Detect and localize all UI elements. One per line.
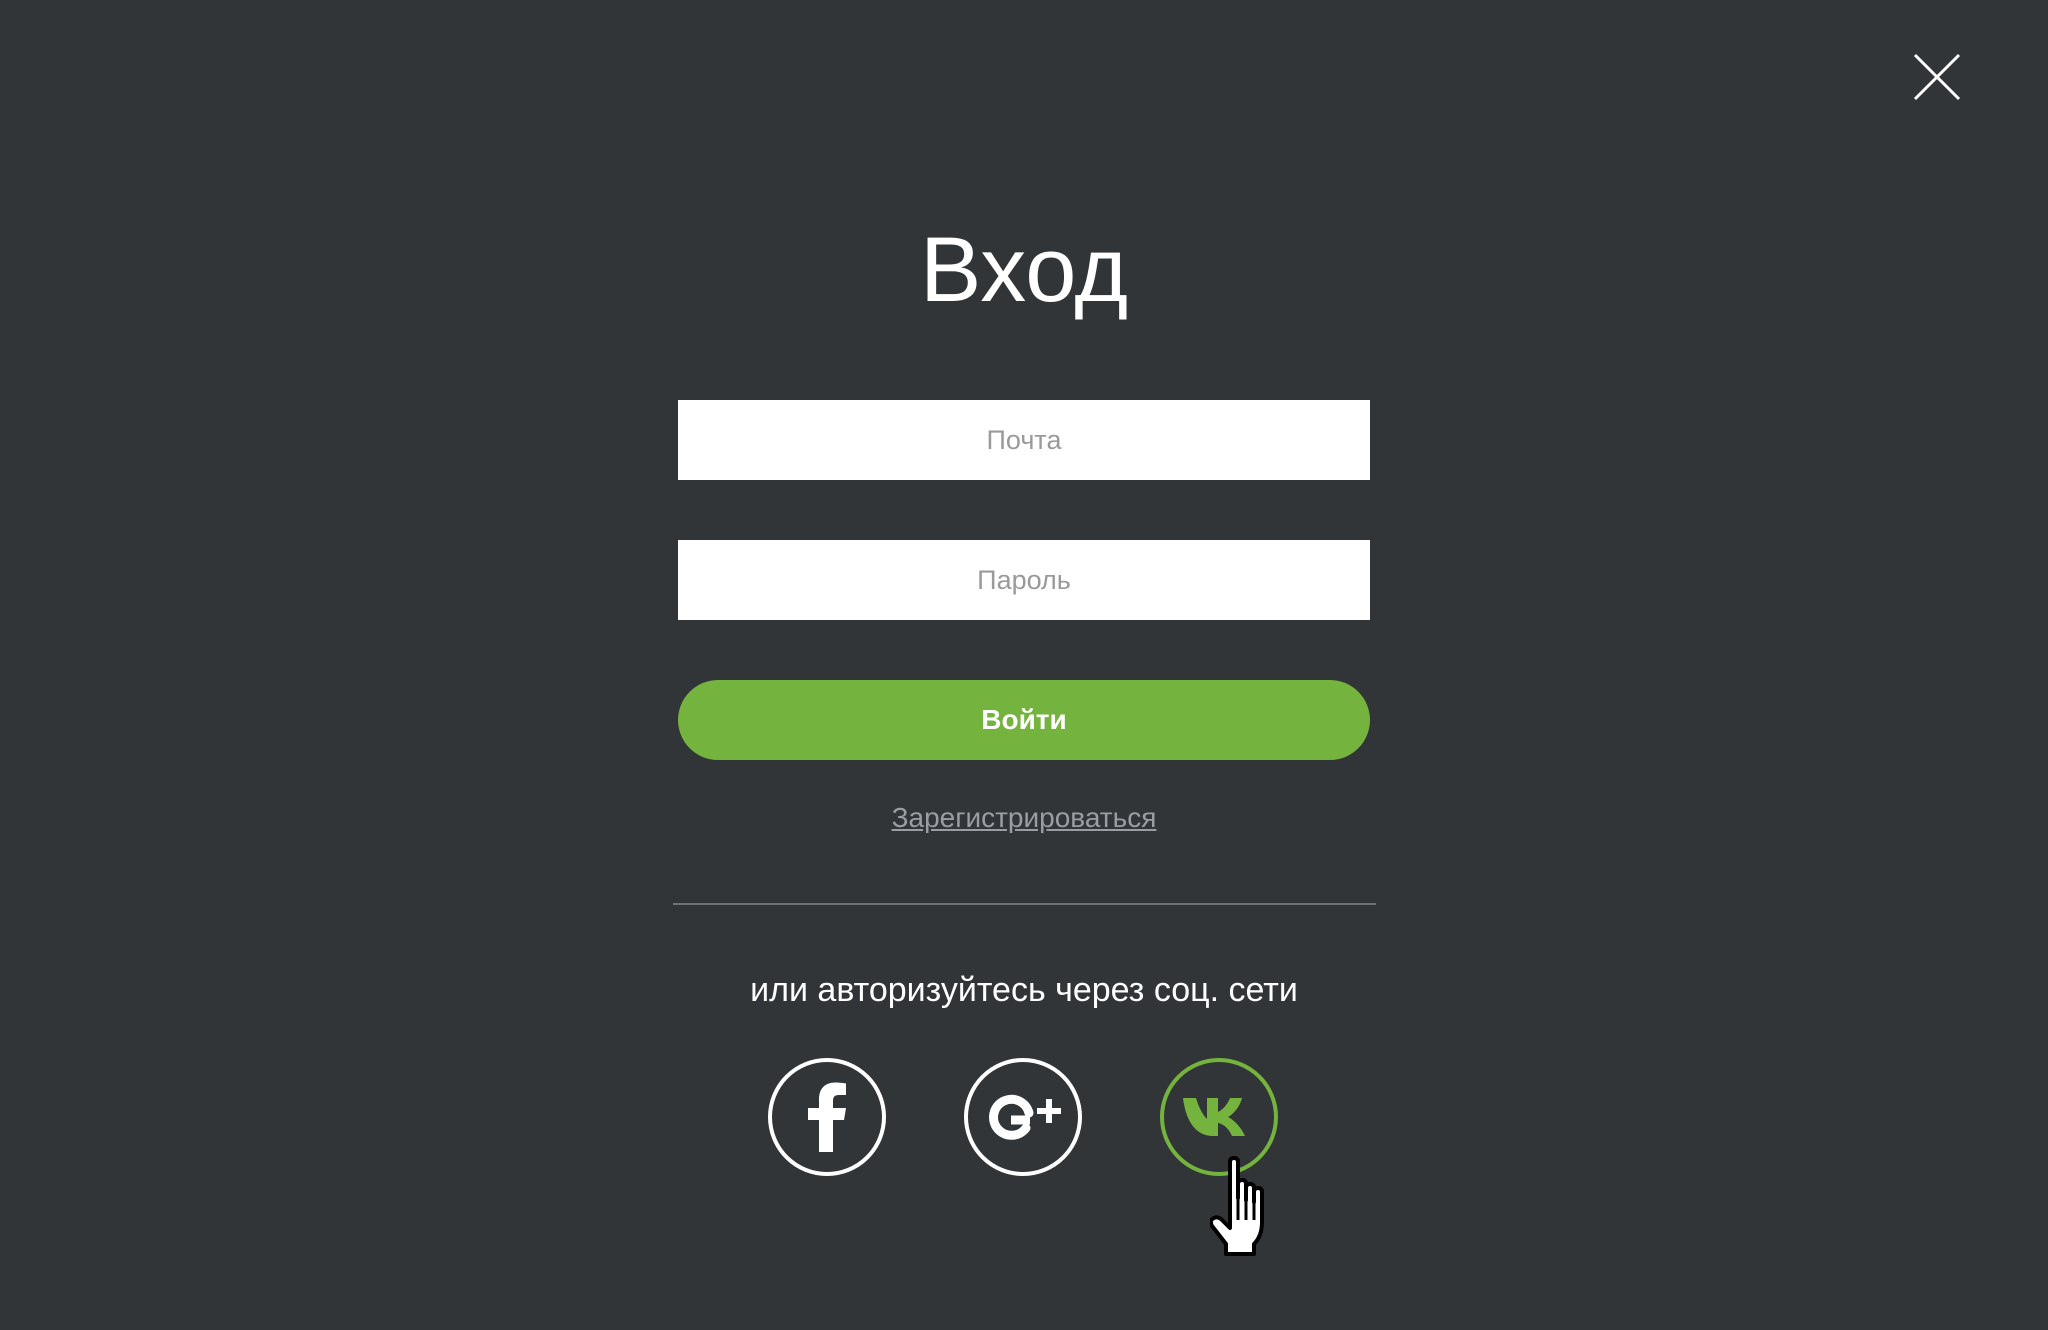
register-link-container: Зарегистрироваться [0,800,2048,836]
facebook-icon [808,1082,846,1152]
vk-icon [1183,1098,1245,1136]
google-plus-icon [989,1094,1061,1140]
close-icon [1913,53,1961,101]
email-field[interactable] [678,400,1370,480]
social-caption: или авторизуйтесь через соц. сети [750,971,1298,1009]
password-field[interactable] [678,540,1370,620]
facebook-login-button[interactable] [768,1058,886,1176]
hand-pointer-icon [1210,1156,1264,1256]
divider [673,903,1376,905]
register-link[interactable]: Зарегистрироваться [892,802,1157,833]
login-button[interactable]: Войти [678,680,1370,760]
close-button[interactable] [1912,52,1962,102]
google-plus-login-button[interactable] [964,1058,1082,1176]
page-title: Вход [919,219,1129,321]
